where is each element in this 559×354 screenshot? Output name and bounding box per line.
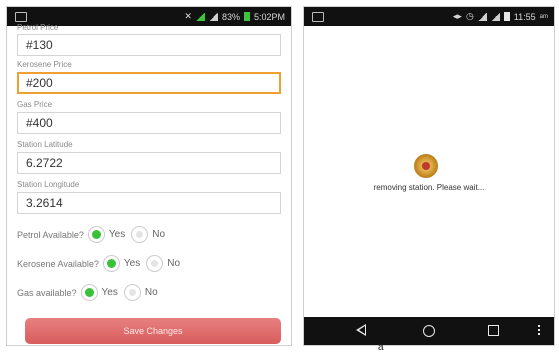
gas-yes-label: Yes bbox=[101, 287, 118, 298]
kerosene-no-radio[interactable] bbox=[146, 255, 164, 272]
notification-icon bbox=[15, 12, 27, 22]
back-icon[interactable] bbox=[356, 324, 366, 336]
left-phone-screen: ✕ 83% 5:02PM Petrol Price #130 Kerosene … bbox=[6, 6, 292, 346]
petrol-no-label: No bbox=[152, 229, 166, 240]
gas-no-label: No bbox=[144, 287, 158, 298]
petrol-no-radio[interactable] bbox=[131, 226, 149, 243]
gas-available-label: Gas available? bbox=[17, 287, 77, 298]
status-icons: ✕ 83% 5:02PM bbox=[184, 7, 285, 26]
petrol-yes-label: Yes bbox=[108, 229, 126, 240]
home-icon[interactable] bbox=[423, 325, 435, 337]
field-label-petrol-price: Petrol Price bbox=[17, 23, 59, 32]
gas-price-input[interactable]: #400 bbox=[17, 112, 281, 134]
status-time: 5:02PM bbox=[253, 11, 285, 22]
petrol-available-row: Petrol Available? Yes No bbox=[17, 226, 167, 243]
figure-caption: a bbox=[378, 342, 384, 353]
signal-icon-secondary bbox=[208, 12, 218, 21]
save-changes-button[interactable]: Save Changes bbox=[25, 318, 281, 344]
station-longitude-input[interactable]: 3.2614 bbox=[17, 192, 281, 214]
battery-icon bbox=[243, 12, 250, 21]
field-label-gas-price: Gas Price bbox=[17, 100, 53, 109]
recent-apps-icon[interactable] bbox=[488, 325, 499, 336]
petrol-price-input[interactable]: #130 bbox=[17, 34, 281, 56]
station-edit-form: Petrol Price #130 Kerosene Price #200 Ga… bbox=[7, 23, 291, 345]
kerosene-available-label: Kerosene Available? bbox=[17, 258, 99, 269]
kerosene-price-input[interactable]: #200 bbox=[17, 72, 281, 94]
kerosene-available-row: Kerosene Available? Yes No bbox=[17, 255, 182, 272]
field-label-station-longitude: Station Longitude bbox=[17, 180, 80, 189]
gas-no-radio[interactable] bbox=[123, 284, 141, 301]
gas-available-row: Gas available? Yes No bbox=[17, 284, 160, 301]
navigation-bar bbox=[304, 317, 554, 345]
signal-icon bbox=[195, 12, 205, 21]
battery-percent: 83% bbox=[221, 11, 240, 22]
loading-message: removing station. Please wait... bbox=[373, 183, 485, 192]
loading-spinner-icon bbox=[414, 154, 438, 178]
field-label-kerosene-price: Kerosene Price bbox=[17, 60, 72, 69]
kerosene-no-label: No bbox=[167, 258, 181, 269]
field-label-station-latitude: Station Latitude bbox=[17, 140, 73, 149]
kerosene-yes-label: Yes bbox=[123, 258, 141, 269]
station-latitude-input[interactable]: 6.2722 bbox=[17, 152, 281, 174]
loading-overlay: removing station. Please wait... bbox=[304, 7, 554, 345]
petrol-available-label: Petrol Available? bbox=[17, 229, 84, 240]
more-menu-icon[interactable] bbox=[538, 325, 540, 337]
gas-yes-radio[interactable] bbox=[80, 284, 98, 301]
petrol-yes-radio[interactable] bbox=[87, 226, 105, 243]
kerosene-yes-radio[interactable] bbox=[102, 255, 120, 272]
right-phone-screen: ◂▸ ◷ 11:55 am removing station. Please w… bbox=[303, 6, 555, 346]
mute-icon: ✕ bbox=[184, 11, 192, 21]
